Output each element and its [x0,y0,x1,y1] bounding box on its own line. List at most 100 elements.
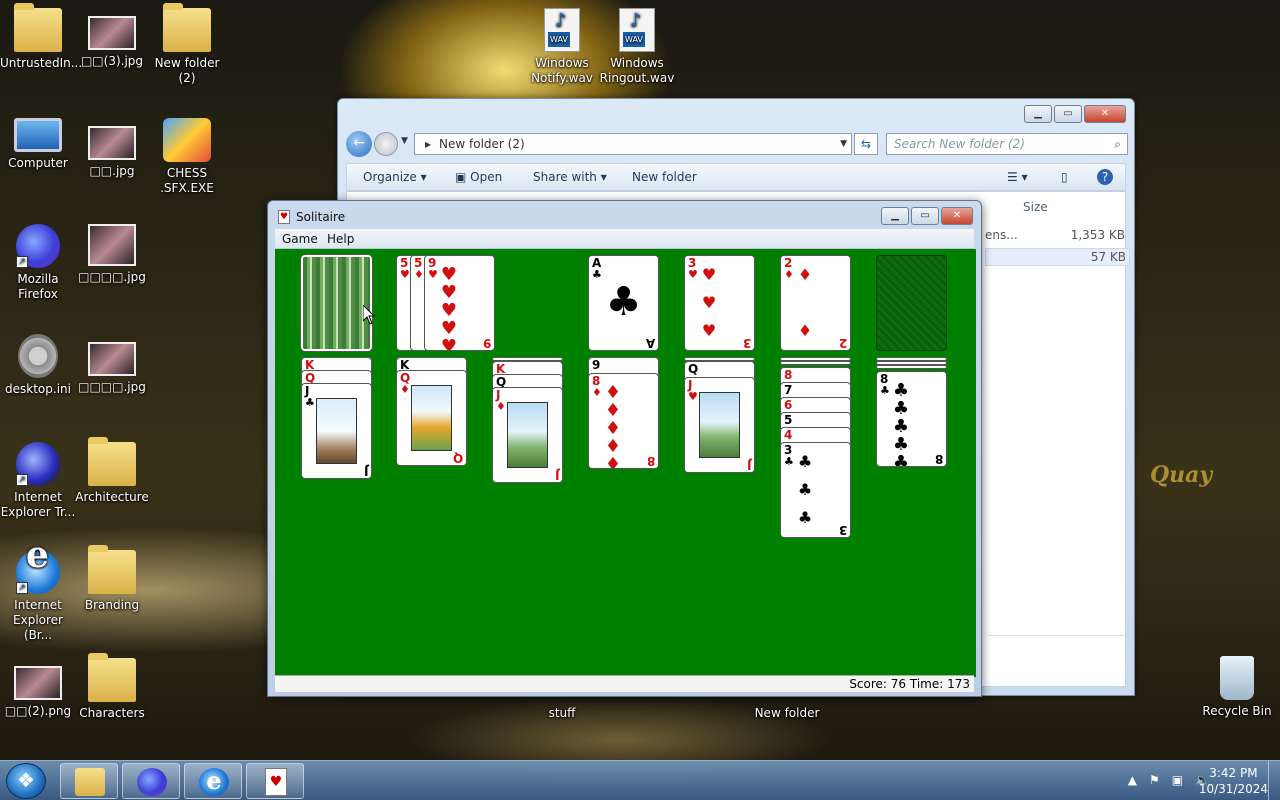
tableau-card[interactable]: J ♣ J [301,383,372,479]
desktop-icon-image-a[interactable]: □□□□.jpg [74,224,150,285]
taskbar-solitaire[interactable]: ♥ [246,763,304,799]
clock-date: 10/31/2024 [1198,782,1268,796]
file-row-selected[interactable]: 57 KB [985,248,1130,266]
desktop-icon-label: Characters [79,706,145,720]
navigation-bar: ← ▼ ▸ New folder (2) ▼ ⇆ Search New folde… [346,131,1128,157]
search-icon[interactable]: ⌕ [1114,134,1121,154]
desktop-icon-chess[interactable]: CHESS .SFX.EXE [149,118,225,196]
status-bar: Score: 76 Time: 173 [275,675,974,692]
desktop-icon-desktop-ini[interactable]: desktop.ini [0,334,76,397]
stock-pile[interactable] [300,254,373,352]
desktop-icon-computer[interactable]: Computer [0,118,76,171]
desktop-icon-ie-branding[interactable]: ↗ Internet Explorer (Br... [0,548,76,643]
firefox-icon: ↗ [16,224,60,268]
address-bar[interactable]: ▸ New folder (2) ▼ [414,133,852,155]
share-with-label: Share with [533,170,597,184]
tableau-card[interactable]: 3 ♣ ♣ ♣ ♣ 3 [780,442,851,538]
desktop-icon-image-b[interactable]: □□□□.jpg [74,334,150,395]
card-rank-corner: A [645,336,655,350]
open-icon: ▣ [455,170,467,184]
waste-top-card[interactable]: 9 ♥ ♥♥♥♥♥♥♥♥ 9 [424,255,495,351]
close-button[interactable]: ✕ [941,207,973,225]
card-pips: ♦♦♦♦♦♦♦♦ [604,382,622,469]
desktop-icon-stuff[interactable]: stuff [524,706,600,721]
desktop-icon-label: Computer [8,156,68,170]
address-dropdown-icon[interactable]: ▼ [840,134,847,154]
tableau-card[interactable]: 8 ♣ ♣♣♣♣♣♣♣♣ 8 [876,371,947,467]
minimize-button[interactable]: ▁ [1024,105,1052,123]
desktop-icon-image-png[interactable]: □□(2).png [0,658,76,719]
help-icon[interactable]: ? [1097,169,1113,185]
clock[interactable]: 3:42 PM 10/31/2024 [1199,765,1268,797]
tableau-card[interactable]: 8 ♦ ♦♦♦♦♦♦♦♦ 8 [588,373,659,469]
foundation-2[interactable]: 3 ♥ ♥ ♥ ♥ 3 [684,255,755,351]
view-options-icon[interactable]: ☰ ▾ [1007,170,1028,184]
tableau-card[interactable]: J ♥ J [684,377,755,473]
solitaire-app-icon[interactable]: ♥ [278,210,290,224]
desktop-icon-new-folder[interactable]: New folder [749,706,825,721]
show-hidden-icons-icon[interactable]: ▲ [1128,773,1137,787]
desktop-icon-image[interactable]: □□.jpg [74,118,150,179]
card-rank: 5 [784,413,793,427]
forward-button[interactable] [374,132,398,156]
action-center-flag-icon[interactable]: ⚑ [1149,773,1160,787]
desktop-icon-branding[interactable]: Branding [74,545,150,613]
back-button[interactable]: ← [346,131,372,157]
desktop-icon-firefox[interactable]: ↗ Mozilla Firefox [0,224,76,302]
shortcut-arrow-icon: ↗ [16,256,28,268]
minimize-button[interactable]: ▁ [881,207,909,225]
maximize-button[interactable]: ▭ [1054,105,1082,123]
menu-help[interactable]: Help [327,232,354,246]
wallpaper-text: Quay [1150,462,1213,488]
recent-pages-dropdown[interactable]: ▼ [401,136,408,146]
desktop-icon-recycle-bin[interactable]: Recycle Bin [1199,656,1275,719]
desktop-icon-label: □□.jpg [89,164,135,178]
desktop-icon-new-folder-2[interactable]: New folder (2) [149,3,225,86]
maximize-button[interactable]: ▭ [911,207,939,225]
desktop-icon-windows-ringout[interactable]: ♪ WAV Windows Ringout.wav [599,8,675,86]
taskbar-file-explorer[interactable] [60,763,118,799]
image-file-icon [88,16,136,50]
desktop-icon-label: Architecture [75,490,149,504]
network-icon[interactable]: ▣ [1172,773,1183,787]
desktop-icon-label: Windows Ringout.wav [599,56,675,85]
refresh-button[interactable]: ⇆ [854,133,878,155]
desktop-icon-architecture[interactable]: Architecture [74,437,150,505]
desktop-icon-ie-tracking[interactable]: ↗ Internet Explorer Tr... [0,442,76,520]
taskbar-firefox[interactable] [122,763,180,799]
card-rank-corner: J [554,468,559,482]
organize-menu[interactable]: Organize ▾ [363,170,427,184]
card-pips: ♥ ♥ ♥ [701,265,717,340]
desktop-icon-windows-notify[interactable]: ♪ WAV Windows Notify.wav [524,8,600,86]
close-button[interactable]: ✕ [1084,105,1126,123]
browser-shortcut-icon: ↗ [16,442,60,486]
card-rank: 8 [784,368,793,382]
file-row[interactable]: ens... 1,353 KB [985,228,1125,242]
show-desktop-button[interactable] [1268,761,1280,800]
start-button[interactable] [6,763,46,799]
taskbar-ie[interactable]: e [184,763,242,799]
column-header-size[interactable]: Size [1023,200,1048,214]
desktop-icon-label: Recycle Bin [1202,704,1272,718]
foundation-3[interactable]: 2 ♦ ♦ ♦ 2 [780,255,851,351]
menu-game[interactable]: Game [282,232,318,246]
card-rank: 4 [784,428,793,442]
face-card-art [316,398,357,464]
desktop-icon-image-3[interactable]: □□(3).jpg [74,8,150,69]
foundation-4-empty[interactable] [876,255,947,351]
new-folder-button[interactable]: New folder [632,170,697,184]
desktop-icon-characters[interactable]: Characters [74,653,150,721]
shortcut-arrow-icon: ↗ [16,582,28,594]
card-pips: ♥♥♥♥♥♥♥♥ [440,264,458,351]
card-rank-corner: 2 [838,336,847,350]
preview-pane-icon[interactable]: ▯ [1061,170,1068,184]
desktop-icon-untrusted[interactable]: UntrustedIn... [0,3,82,71]
search-input[interactable]: Search New folder (2) ⌕ [886,133,1128,155]
open-button[interactable]: ▣ Open [455,170,502,184]
foundation-1[interactable]: A ♣ ♣ A [588,255,659,351]
recycle-bin-icon [1220,656,1254,700]
tableau-card[interactable]: Q ♦ Q [396,370,467,466]
share-with-menu[interactable]: Share with ▾ [533,170,607,184]
tableau-facedown [780,361,851,365]
tableau-card[interactable]: J ♦ J [492,387,563,483]
